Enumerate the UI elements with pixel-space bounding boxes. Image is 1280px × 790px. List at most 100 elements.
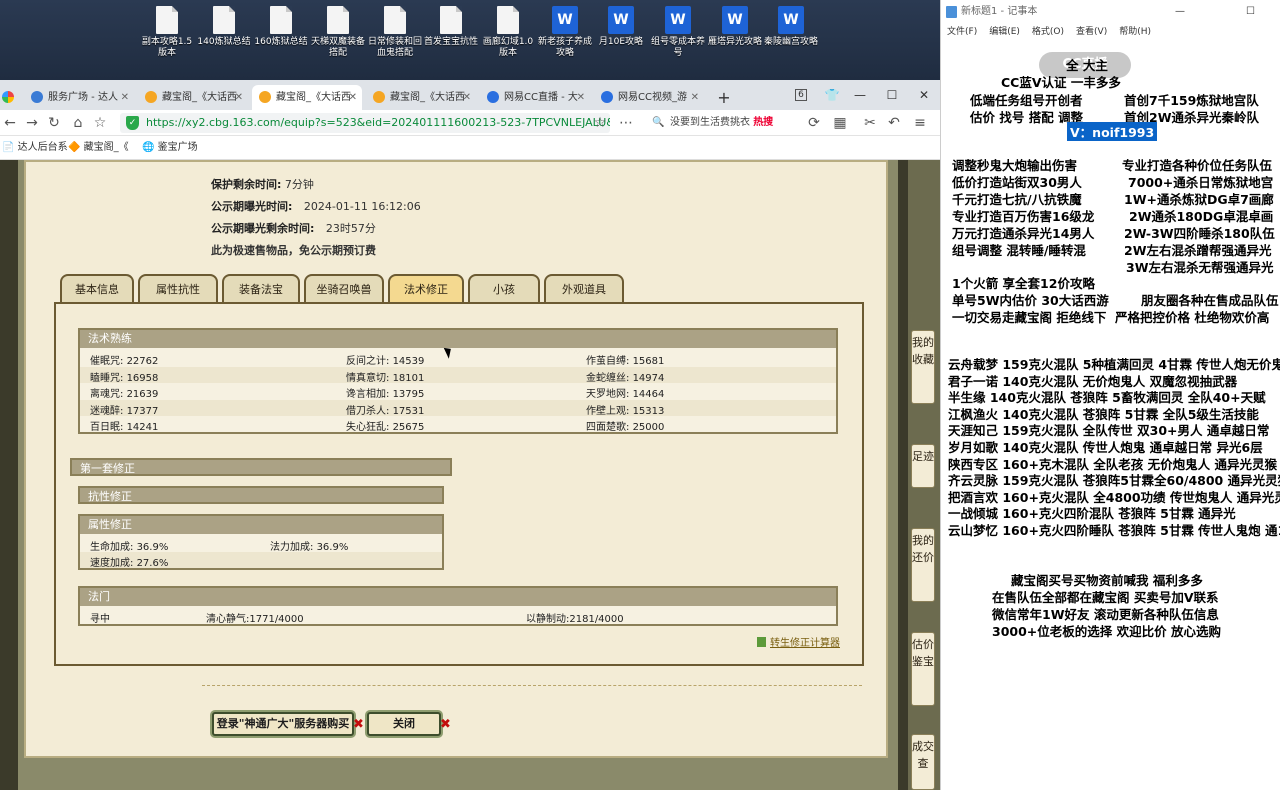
notepad-line: 3000+位老板的选择 欢迎比价 放心选购 [992, 624, 1221, 639]
desktop-file-icon[interactable]: 160炼狱总结 [253, 6, 309, 48]
desktop-file-label: 月10E攻略 [598, 37, 644, 47]
item-detail-card: 保护剩余时间: 7分钟 公示期曝光时间: 2024-01-11 16:12:06… [24, 160, 888, 758]
publicity-time: 公示期曝光时间: 2024-01-11 16:12:06 [211, 200, 421, 213]
sync-icon[interactable]: ⟳ [804, 110, 824, 136]
desktop-file-icon[interactable]: W 雁塔异光攻略 [707, 6, 763, 48]
side-tab-appraise[interactable]: 估价鉴宝 [911, 632, 935, 706]
side-tab-favorites[interactable]: 我的收藏 [911, 330, 935, 404]
menu-icon[interactable]: ≡ [910, 110, 930, 136]
close-tab-icon[interactable]: ✕ [691, 85, 699, 110]
desktop-file-label: 天梯双魔装备搭配 [310, 37, 365, 58]
tab-favicon-icon [601, 91, 613, 103]
bookmark-item[interactable]: 📄 达人后台系 [2, 136, 68, 160]
tab-count-badge[interactable]: 6 [787, 80, 815, 110]
reload-icon[interactable]: ↻ [44, 110, 64, 136]
home-icon[interactable]: ⌂ [68, 110, 88, 136]
close-tab-icon[interactable]: ✕ [235, 85, 243, 110]
side-tab-offers[interactable]: 我的还价 [911, 528, 935, 602]
tab-label: 服务广场 - 达人 [48, 92, 118, 103]
browser-tab[interactable]: 网易CC直播 - 大 ✕ [480, 85, 590, 110]
rebirth-calculator-link[interactable]: 转生修正计算器 [757, 634, 840, 649]
skill-panel: 法术熟练 催眠咒: 22762 反间之计: 14539 作茧自缚: 15681 瞌睡咒… [54, 302, 864, 666]
text-doc-icon [497, 6, 519, 34]
minimize-button[interactable]: — [1175, 0, 1185, 24]
notepad-icon [946, 6, 957, 18]
browser-tab[interactable]: 网易CC视频_游 ✕ [594, 85, 704, 110]
new-tab-plus-icon[interactable]: + [712, 85, 736, 110]
desktop-file-icon[interactable]: 画廊幻域1.0版本 [480, 6, 536, 59]
bookmark-star-icon[interactable]: ☆ [590, 110, 610, 136]
close-tab-icon[interactable]: ✕ [121, 85, 129, 110]
notepad-menu-item[interactable]: 格式(O) [1032, 27, 1064, 37]
detail-tab[interactable]: 装备法宝 [222, 274, 300, 304]
browser-logo-icon[interactable] [0, 85, 20, 110]
skill-row: 瞌睡咒: 16958 情真意切: 18101 金蛇缠丝: 14974 [80, 366, 836, 384]
tab-label: 网易CC直播 - 大 [504, 92, 578, 103]
detail-tab[interactable]: 坐骑召唤兽 [304, 274, 384, 304]
first-set-title: 第一套修正 [70, 458, 452, 476]
forward-arrow-icon[interactable]: → [22, 110, 42, 136]
desktop-file-icon[interactable]: 首发宝宝抗性 [423, 6, 479, 48]
skill-cell: 离魂咒: 21639 [90, 389, 159, 400]
browser-tab[interactable]: 藏宝阁_《大话西 ✕ [138, 85, 248, 110]
more-icon[interactable]: ⋯ [616, 110, 636, 136]
side-tab-history[interactable]: 足迹 [911, 444, 935, 488]
divider [202, 685, 862, 686]
notepad-menu-item[interactable]: 文件(F) [947, 27, 977, 37]
shirt-icon[interactable]: 👕 [818, 80, 846, 110]
text-doc-icon [270, 6, 292, 34]
maximize-button[interactable]: ☐ [1246, 0, 1255, 24]
undo-icon[interactable]: ↶ [884, 110, 904, 136]
detail-tab[interactable]: 外观道具 [544, 274, 624, 304]
grid-icon[interactable]: ▦ [830, 110, 850, 136]
close-tab-icon[interactable]: ✕ [463, 85, 471, 110]
desktop-file-icon[interactable]: W 新老孩子养成攻略 [537, 6, 593, 59]
skill-cell: 瞌睡咒: 16958 [90, 372, 159, 384]
close-window-button[interactable]: ✕ [910, 80, 938, 110]
tab-label: 藏宝阁_《大话西 [276, 92, 351, 103]
detail-tab[interactable]: 基本信息 [60, 274, 134, 304]
side-tab-deals[interactable]: 成交查 [911, 734, 935, 790]
skill-cell: 迷魂醉: 17377 [90, 405, 159, 417]
browser-tab[interactable]: 服务广场 - 达人 ✕ [24, 85, 134, 110]
login-buy-button[interactable]: 登录"神通广大"服务器购买 [212, 712, 354, 736]
back-arrow-icon[interactable]: ← [0, 110, 20, 136]
url-field[interactable]: ✓ https://xy2.cbg.163.com/equip?s=523&ei… [120, 113, 610, 133]
desktop-file-icon[interactable]: W 秦陵幽宫攻略 [763, 6, 819, 48]
browser-tab[interactable]: 藏宝阁_《大话西 ✕ [366, 85, 476, 110]
desktop-file-icon[interactable]: 140炼狱总结 [196, 6, 252, 48]
resist-correction-title: 抗性修正 [78, 486, 444, 504]
desktop-file-icon[interactable]: W 组号零成本养号 [650, 6, 706, 59]
detail-tab[interactable]: 法术修正 [388, 274, 464, 304]
browser-window: 服务广场 - 达人 ✕ 藏宝阁_《大话西 ✕ 藏宝阁_《大话西 ✕ 藏宝阁_《大话西 ✕ 网易C… [0, 80, 940, 790]
close-tab-icon[interactable]: ✕ [349, 85, 357, 110]
desktop-file-icon[interactable]: 副本攻略1.5版本 [139, 6, 195, 59]
bookmark-item[interactable]: 🔶 藏宝阁_《 [68, 136, 129, 160]
tab-bar: 服务广场 - 达人 ✕ 藏宝阁_《大话西 ✕ 藏宝阁_《大话西 ✕ 藏宝阁_《大话西 ✕ 网易C… [0, 80, 940, 110]
desktop-file-label: 新老孩子养成攻略 [537, 37, 592, 58]
notepad-menu-item[interactable]: 查看(V) [1076, 27, 1107, 37]
attr-correction-title: 属性修正 [80, 516, 442, 534]
notepad-text-area[interactable]: CC直播 全 大主 CC蓝V认证 一丰多多 低端任务组号开创者 首创7千159炼狱地宫… [941, 40, 1280, 790]
notepad-title: 新标题1 - 记事本 [961, 6, 1038, 17]
close-tab-icon[interactable]: ✕ [577, 85, 585, 110]
scissors-icon[interactable]: ✂ [860, 110, 880, 136]
search-input[interactable]: 🔍 没要到生活费挑衣 热搜 [648, 113, 796, 133]
browser-tab[interactable]: 藏宝阁_《大话西 ✕ [252, 85, 362, 110]
skill-row: 百日眠: 14241 失心狂乱: 25675 四面楚歌: 25000 [80, 416, 836, 433]
bookmark-item[interactable]: 🌐 鉴宝广场 [142, 136, 198, 160]
desktop-file-icon[interactable]: 日常修装和回血鬼搭配 [367, 6, 423, 59]
minimize-button[interactable]: — [846, 80, 874, 110]
desktop-file-icon[interactable]: 天梯双魔装备搭配 [310, 6, 366, 59]
maximize-button[interactable]: ☐ [878, 80, 906, 110]
notepad-menu-item[interactable]: 编辑(E) [989, 27, 1020, 37]
notepad-menu-item[interactable]: 帮助(H) [1119, 27, 1151, 37]
star-list-icon[interactable]: ☆ [90, 110, 110, 136]
tab-label: 网易CC视频_游 [618, 92, 687, 103]
detail-tab[interactable]: 属性抗性 [138, 274, 218, 304]
attr-correction-group: 属性修正 生命加成: 36.9% 法力加成: 36.9% 速度加成: 27.6% [78, 514, 444, 570]
detail-tab[interactable]: 小孩 [468, 274, 540, 304]
desktop-file-icon[interactable]: W 月10E攻略 [593, 6, 649, 48]
close-button[interactable]: 关闭 [367, 712, 441, 736]
notepad-line: 组号调整 混转睡/睡转混 [952, 243, 1086, 258]
